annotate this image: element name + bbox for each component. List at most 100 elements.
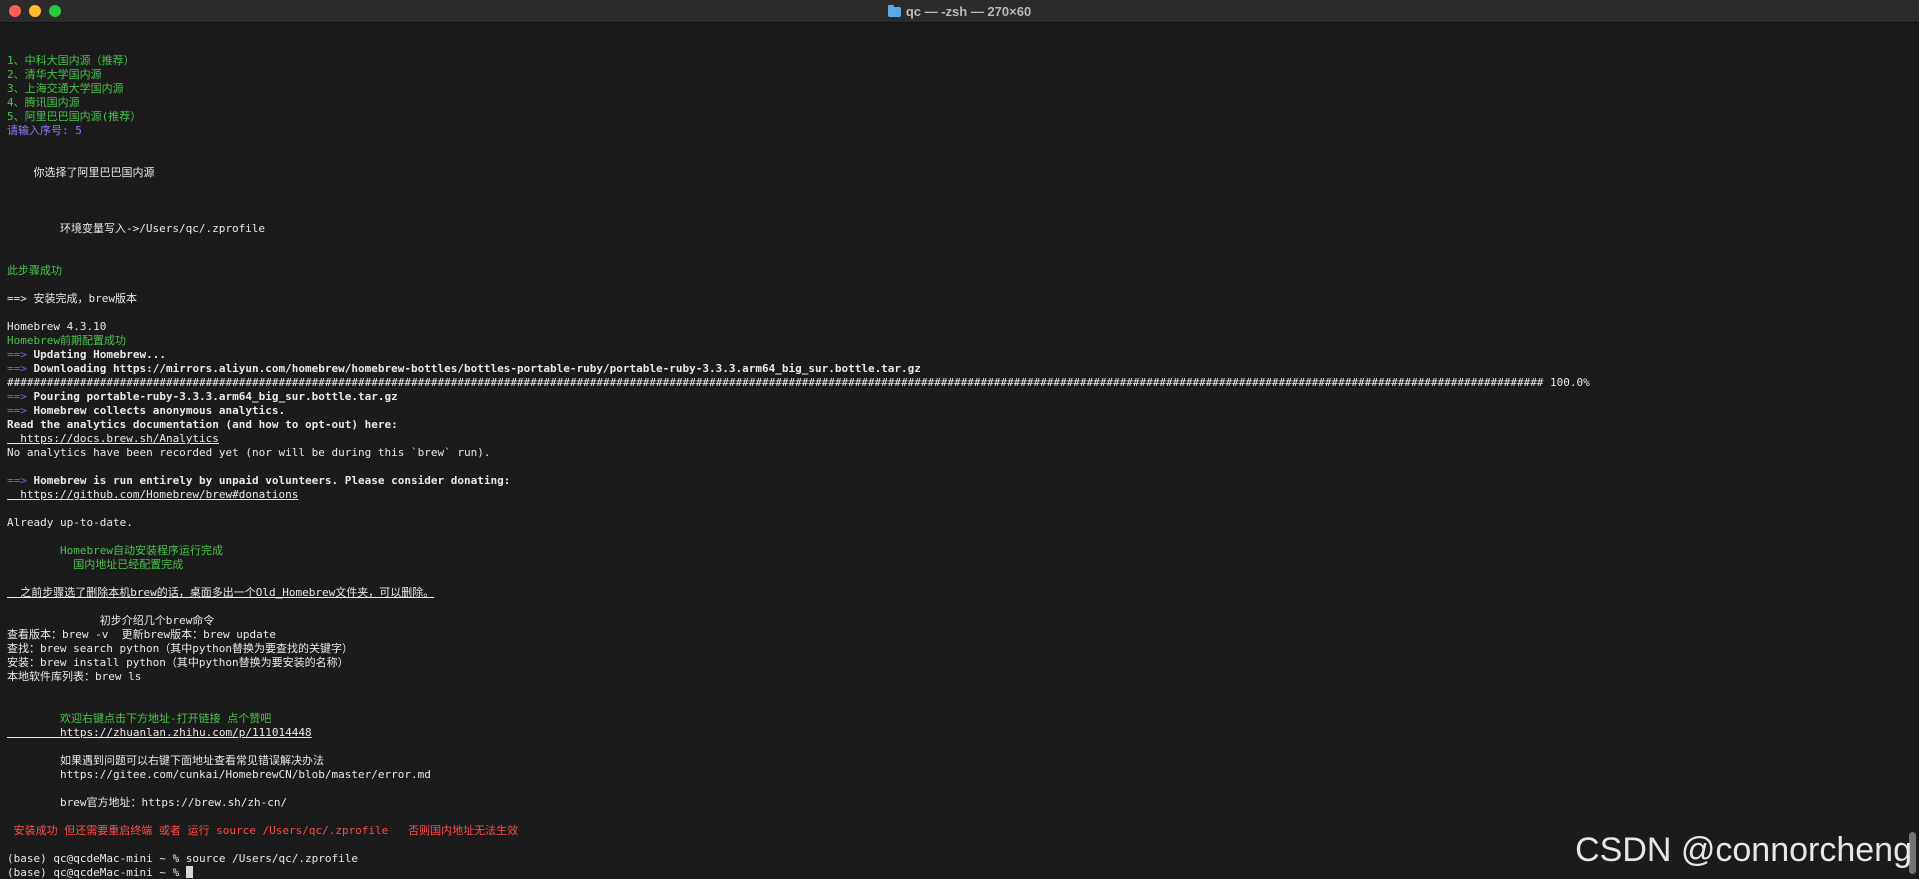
- title-bar[interactable]: qc — -zsh — 270×60: [0, 0, 1919, 23]
- terminal-line: 国内地址已经配置完成: [7, 558, 1897, 572]
- line-text: 4、腾讯国内源: [7, 96, 80, 109]
- line-text: 查看版本：brew -v 更新brew版本：brew update: [7, 628, 276, 641]
- line-text: Homebrew is run entirely by unpaid volun…: [26, 474, 511, 487]
- line-text: Updating Homebrew...: [26, 348, 166, 361]
- line-text: 查找：brew search python（其中python替换为要查找的关键字…: [7, 642, 353, 655]
- line-text: https://gitee.com/cunkai/HomebrewCN/blob…: [7, 768, 431, 781]
- terminal-line: 环境变量写入->/Users/qc/.zprofile: [7, 222, 1897, 236]
- terminal-link[interactable]: https://github.com/Homebrew/brew#donatio…: [7, 488, 298, 501]
- terminal-line: 此步骤成功: [7, 264, 1897, 278]
- terminal-output[interactable]: 1、中科大国内源（推荐） 2、清华大学国内源 3、上海交通大学国内源 4、腾讯国内源 5…: [7, 40, 1897, 879]
- line-text: 安装成功 但还需要重启终端 或者 运行 source /Users/qc/.zp…: [7, 824, 519, 837]
- line-text: ########################################…: [7, 376, 1590, 389]
- arrow-prefix: ==>: [7, 362, 27, 375]
- line-text: 本地软件库列表：brew ls: [7, 670, 142, 683]
- line-text: 2、清华大学国内源: [7, 68, 102, 81]
- line-text: 3、上海交通大学国内源: [7, 82, 124, 95]
- line-text: Homebrew collects anonymous analytics.: [26, 404, 286, 417]
- terminal-line: 4、腾讯国内源: [7, 96, 1897, 110]
- line-text: Pouring portable-ruby-3.3.3.arm64_big_su…: [26, 390, 398, 403]
- line-text: 你选择了阿里巴巴国内源: [7, 166, 155, 179]
- line-text: Already up-to-date.: [7, 516, 133, 529]
- terminal-line: No analytics have been recorded yet (nor…: [7, 446, 1897, 460]
- line-text: 国内地址已经配置完成: [7, 558, 184, 571]
- terminal-line: Homebrew 4.3.10: [7, 320, 1897, 334]
- line-text: Homebrew自动安装程序运行完成: [7, 544, 223, 557]
- terminal-line: 查看版本：brew -v 更新brew版本：brew update: [7, 628, 1897, 642]
- text-cursor: [185, 866, 193, 878]
- line-text: 如果遇到问题可以右键下面地址查看常见错误解决办法: [7, 754, 324, 767]
- line-text: ==> 安装完成，brew版本: [7, 292, 137, 305]
- terminal-line: Already up-to-date.: [7, 516, 1897, 530]
- terminal-line: 请输入序号: 5: [7, 124, 1897, 138]
- line-text: 1、中科大国内源（推荐）: [7, 54, 135, 67]
- terminal-line: ==> Homebrew collects anonymous analytic…: [7, 404, 1897, 418]
- terminal-line: https://gitee.com/cunkai/HomebrewCN/blob…: [7, 768, 1897, 782]
- terminal-line: 3、上海交通大学国内源: [7, 82, 1897, 96]
- terminal-line: 2、清华大学国内源: [7, 68, 1897, 82]
- line-text: 安装：brew install python（其中python替换为要安装的名称…: [7, 656, 349, 669]
- terminal-line: 初步介绍几个brew命令: [7, 614, 1897, 628]
- line-text: Homebrew 4.3.10: [7, 320, 107, 333]
- terminal-line: 欢迎右键点击下方地址-打开链接 点个赞吧: [7, 712, 1897, 726]
- terminal-line: 之前步骤选了删除本机brew的话，桌面多出一个Old_Homebrew文件夹，可…: [7, 586, 1897, 600]
- line-text: brew官方地址：https://brew.sh/zh-cn/: [7, 796, 288, 809]
- line-text: Downloading https://mirrors.aliyun.com/h…: [26, 362, 921, 375]
- arrow-prefix: ==>: [7, 348, 27, 361]
- terminal-line: https://docs.brew.sh/Analytics: [7, 432, 1897, 446]
- line-text: No analytics have been recorded yet (nor…: [7, 446, 491, 459]
- line-text: 请输入序号: 5: [7, 124, 82, 137]
- folder-icon: [887, 4, 901, 17]
- line-text: 此步骤成功: [7, 264, 62, 277]
- vertical-scrollbar[interactable]: [1908, 24, 1916, 876]
- terminal-line: 1、中科大国内源（推荐）: [7, 54, 1897, 68]
- window-title-group: qc — -zsh — 270×60: [0, 0, 1919, 23]
- terminal-line: Homebrew自动安装程序运行完成: [7, 544, 1897, 558]
- arrow-prefix: ==>: [7, 404, 27, 417]
- terminal-link[interactable]: 之前步骤选了删除本机brew的话，桌面多出一个Old_Homebrew文件夹，可…: [7, 586, 434, 599]
- arrow-prefix: ==>: [7, 474, 27, 487]
- terminal-line: ########################################…: [7, 376, 1897, 390]
- terminal-line: Homebrew前期配置成功: [7, 334, 1897, 348]
- line-text: (base) qc@qcdeMac-mini ~ %: [7, 866, 186, 879]
- terminal-line: ==> 安装完成，brew版本: [7, 292, 1897, 306]
- terminal-line: ==> Updating Homebrew...: [7, 348, 1897, 362]
- csdn-watermark: CSDN @connorcheng: [1575, 831, 1912, 869]
- terminal-line: Read the analytics documentation (and ho…: [7, 418, 1897, 432]
- terminal-line: 5、阿里巴巴国内源(推荐）: [7, 110, 1897, 124]
- terminal-link[interactable]: https://zhuanlan.zhihu.com/p/111014448: [7, 726, 312, 739]
- line-text: Homebrew前期配置成功: [7, 334, 126, 347]
- window-title: qc — -zsh — 270×60: [905, 4, 1032, 19]
- terminal-line: 本地软件库列表：brew ls: [7, 670, 1897, 684]
- terminal-line: ==> Homebrew is run entirely by unpaid v…: [7, 474, 1897, 488]
- terminal-line: 你选择了阿里巴巴国内源: [7, 166, 1897, 180]
- terminal-window: qc — -zsh — 270×60 1、中科大国内源（推荐） 2、清华大学国内源…: [0, 0, 1919, 879]
- terminal-link[interactable]: https://docs.brew.sh/Analytics: [7, 432, 219, 445]
- arrow-prefix: ==>: [7, 390, 27, 403]
- terminal-line: ==> Pouring portable-ruby-3.3.3.arm64_bi…: [7, 390, 1897, 404]
- terminal-line: 查找：brew search python（其中python替换为要查找的关键字…: [7, 642, 1897, 656]
- terminal-line: ==> Downloading https://mirrors.aliyun.c…: [7, 362, 1897, 376]
- terminal-line: brew官方地址：https://brew.sh/zh-cn/: [7, 796, 1897, 810]
- terminal-line: https://github.com/Homebrew/brew#donatio…: [7, 488, 1897, 502]
- line-text: Read the analytics documentation (and ho…: [7, 418, 398, 431]
- terminal-line: 如果遇到问题可以右键下面地址查看常见错误解决办法: [7, 754, 1897, 768]
- line-text: 欢迎右键点击下方地址-打开链接 点个赞吧: [7, 712, 272, 725]
- terminal-line: https://zhuanlan.zhihu.com/p/111014448: [7, 726, 1897, 740]
